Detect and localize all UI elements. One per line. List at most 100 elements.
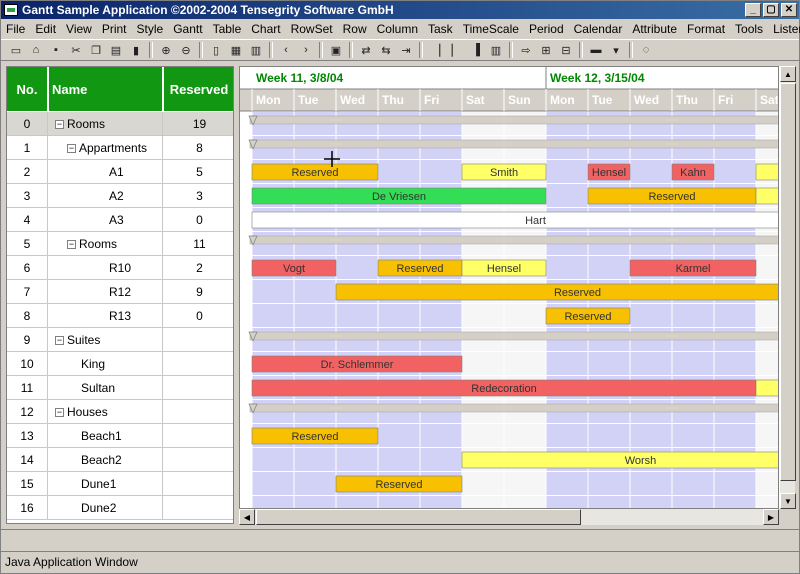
comment-icon[interactable]: ◌ (637, 41, 655, 59)
zoom-out-icon[interactable]: ⊖ (177, 41, 195, 59)
menu-gantt[interactable]: Gantt (168, 22, 207, 36)
task-bar[interactable] (251, 211, 779, 229)
collapse-toggle-icon[interactable]: − (55, 336, 64, 346)
close-button[interactable]: ✕ (781, 3, 797, 17)
table-row[interactable]: 5− Rooms 11 (7, 232, 233, 256)
row-name: R13 (49, 304, 163, 328)
columns-icon[interactable]: ▥ (487, 41, 505, 59)
link-task-icon[interactable]: ⇄ (357, 41, 375, 59)
menu-column[interactable]: Column (372, 22, 423, 36)
table-row[interactable]: 4 A3 0 (7, 208, 233, 232)
indent-icon[interactable]: ⇥ (397, 41, 415, 59)
delete-icon[interactable]: ▮ (127, 41, 145, 59)
zoom-in-icon[interactable]: ⊕ (157, 41, 175, 59)
menu-timescale[interactable]: TimeScale (458, 22, 524, 36)
hierarchy-icon[interactable]: ⊟ (557, 41, 575, 59)
collapse-toggle-icon[interactable]: − (67, 240, 76, 250)
menu-table[interactable]: Table (208, 22, 247, 36)
collapse-toggle-icon[interactable]: − (55, 408, 64, 418)
maximize-button[interactable]: ▢ (763, 3, 779, 17)
task-bar[interactable] (755, 163, 779, 181)
cut-icon[interactable]: ✂ (67, 41, 85, 59)
collapse-toggle-icon[interactable]: − (67, 144, 76, 154)
table-row[interactable]: 3 A2 3 (7, 184, 233, 208)
column-header-no[interactable]: No. (7, 67, 48, 111)
table-row[interactable]: 8 R13 0 (7, 304, 233, 328)
column-header-name[interactable]: Name (49, 67, 163, 111)
column-header-reserved[interactable]: Reserved (164, 67, 233, 111)
summary-bar[interactable] (249, 403, 779, 413)
table-row[interactable]: 0− Rooms 19 (7, 112, 233, 136)
gantt-canvas[interactable]: Reserved Smith Hensel Kahn De Vriesen Reserve… (240, 67, 779, 509)
summary-bar[interactable] (249, 235, 779, 245)
menu-row[interactable]: Row (338, 22, 372, 36)
task-bar[interactable] (755, 379, 779, 397)
move-icon[interactable]: ⇨ (517, 41, 535, 59)
paste-icon[interactable]: ▤ (107, 41, 125, 59)
table-row[interactable]: 16 Dune2 (7, 496, 233, 520)
row-number: 5 (7, 232, 48, 256)
menu-period[interactable]: Period (524, 22, 569, 36)
day-column (378, 112, 420, 508)
horizontal-scroll-thumb[interactable] (256, 509, 581, 525)
open-icon[interactable]: ⌂ (27, 41, 45, 59)
scroll-up-icon[interactable]: ▲ (780, 66, 796, 82)
task-bar[interactable] (461, 451, 779, 469)
summary-bar[interactable] (249, 115, 779, 125)
scroll-right-arrow-icon[interactable]: ▶ (763, 509, 779, 525)
scroll-left-arrow-icon[interactable]: ◀ (239, 509, 255, 525)
menu-view[interactable]: View (61, 22, 97, 36)
table-row[interactable]: 12− Houses (7, 400, 233, 424)
table-row[interactable]: 7 R12 9 (7, 280, 233, 304)
new-icon[interactable]: ▭ (7, 41, 25, 59)
menu-print[interactable]: Print (97, 22, 132, 36)
summary-bar[interactable] (249, 139, 779, 149)
menu-chart[interactable]: Chart (246, 22, 285, 36)
save-icon[interactable]: ▪ (47, 41, 65, 59)
align-left-icon[interactable]: ▕ (427, 41, 445, 59)
table-row[interactable]: 11 Sultan (7, 376, 233, 400)
align-right-icon[interactable]: ▐ (467, 41, 485, 59)
menu-calendar[interactable]: Calendar (569, 22, 628, 36)
page-icon[interactable]: ▯ (207, 41, 225, 59)
table-row[interactable]: 2 A1 5 (7, 160, 233, 184)
table-row[interactable]: 10 King (7, 352, 233, 376)
vertical-scrollbar[interactable]: ▲ ▼ (779, 66, 796, 509)
properties-icon[interactable]: ▣ (327, 41, 345, 59)
gantt-icon[interactable]: ▬ (587, 41, 605, 59)
menu-listener[interactable]: Listener (768, 22, 800, 36)
tree-icon[interactable]: ⊞ (537, 41, 555, 59)
menu-task[interactable]: Task (423, 22, 458, 36)
menu-edit[interactable]: Edit (30, 22, 61, 36)
menu-style[interactable]: Style (132, 22, 169, 36)
row-number: 0 (7, 112, 48, 136)
vertical-scroll-thumb[interactable] (780, 83, 796, 481)
menu-tools[interactable]: Tools (730, 22, 768, 36)
menu-rowset[interactable]: RowSet (286, 22, 338, 36)
menu-attribute[interactable]: Attribute (627, 22, 682, 36)
horizontal-scrollbar[interactable]: ◀ ▶ (239, 509, 779, 525)
table-row[interactable]: 6 R10 2 (7, 256, 233, 280)
menu-format[interactable]: Format (682, 22, 730, 36)
table-row[interactable]: 15 Dune1 (7, 472, 233, 496)
print-icon[interactable]: ▦ (227, 41, 245, 59)
row-table: No. Name Reserved 0− Rooms 19 1− Appartments… (6, 66, 234, 524)
unlink-task-icon[interactable]: ⇆ (377, 41, 395, 59)
gantt-drop-icon[interactable]: ▾ (607, 41, 625, 59)
copy-icon[interactable]: ❐ (87, 41, 105, 59)
scroll-down-icon[interactable]: ▼ (780, 493, 796, 509)
table-row[interactable]: 9− Suites (7, 328, 233, 352)
preview-icon[interactable]: ▥ (247, 41, 265, 59)
table-row[interactable]: 1− Appartments 8 (7, 136, 233, 160)
collapse-toggle-icon[interactable]: − (55, 120, 64, 130)
table-row[interactable]: 13 Beach1 (7, 424, 233, 448)
scroll-right-icon[interactable]: › (297, 41, 315, 59)
minimize-button[interactable]: _ (745, 3, 761, 17)
scroll-left-icon[interactable]: ‹ (277, 41, 295, 59)
table-row[interactable]: 14 Beach2 (7, 448, 233, 472)
menu-file[interactable]: File (1, 22, 30, 36)
summary-bar[interactable] (249, 331, 779, 341)
gantt-chart[interactable]: Reserved Smith Hensel Kahn De Vriesen Reserve… (239, 66, 779, 509)
task-bar[interactable] (755, 187, 779, 205)
align-center-icon[interactable]: ▏ (447, 41, 465, 59)
